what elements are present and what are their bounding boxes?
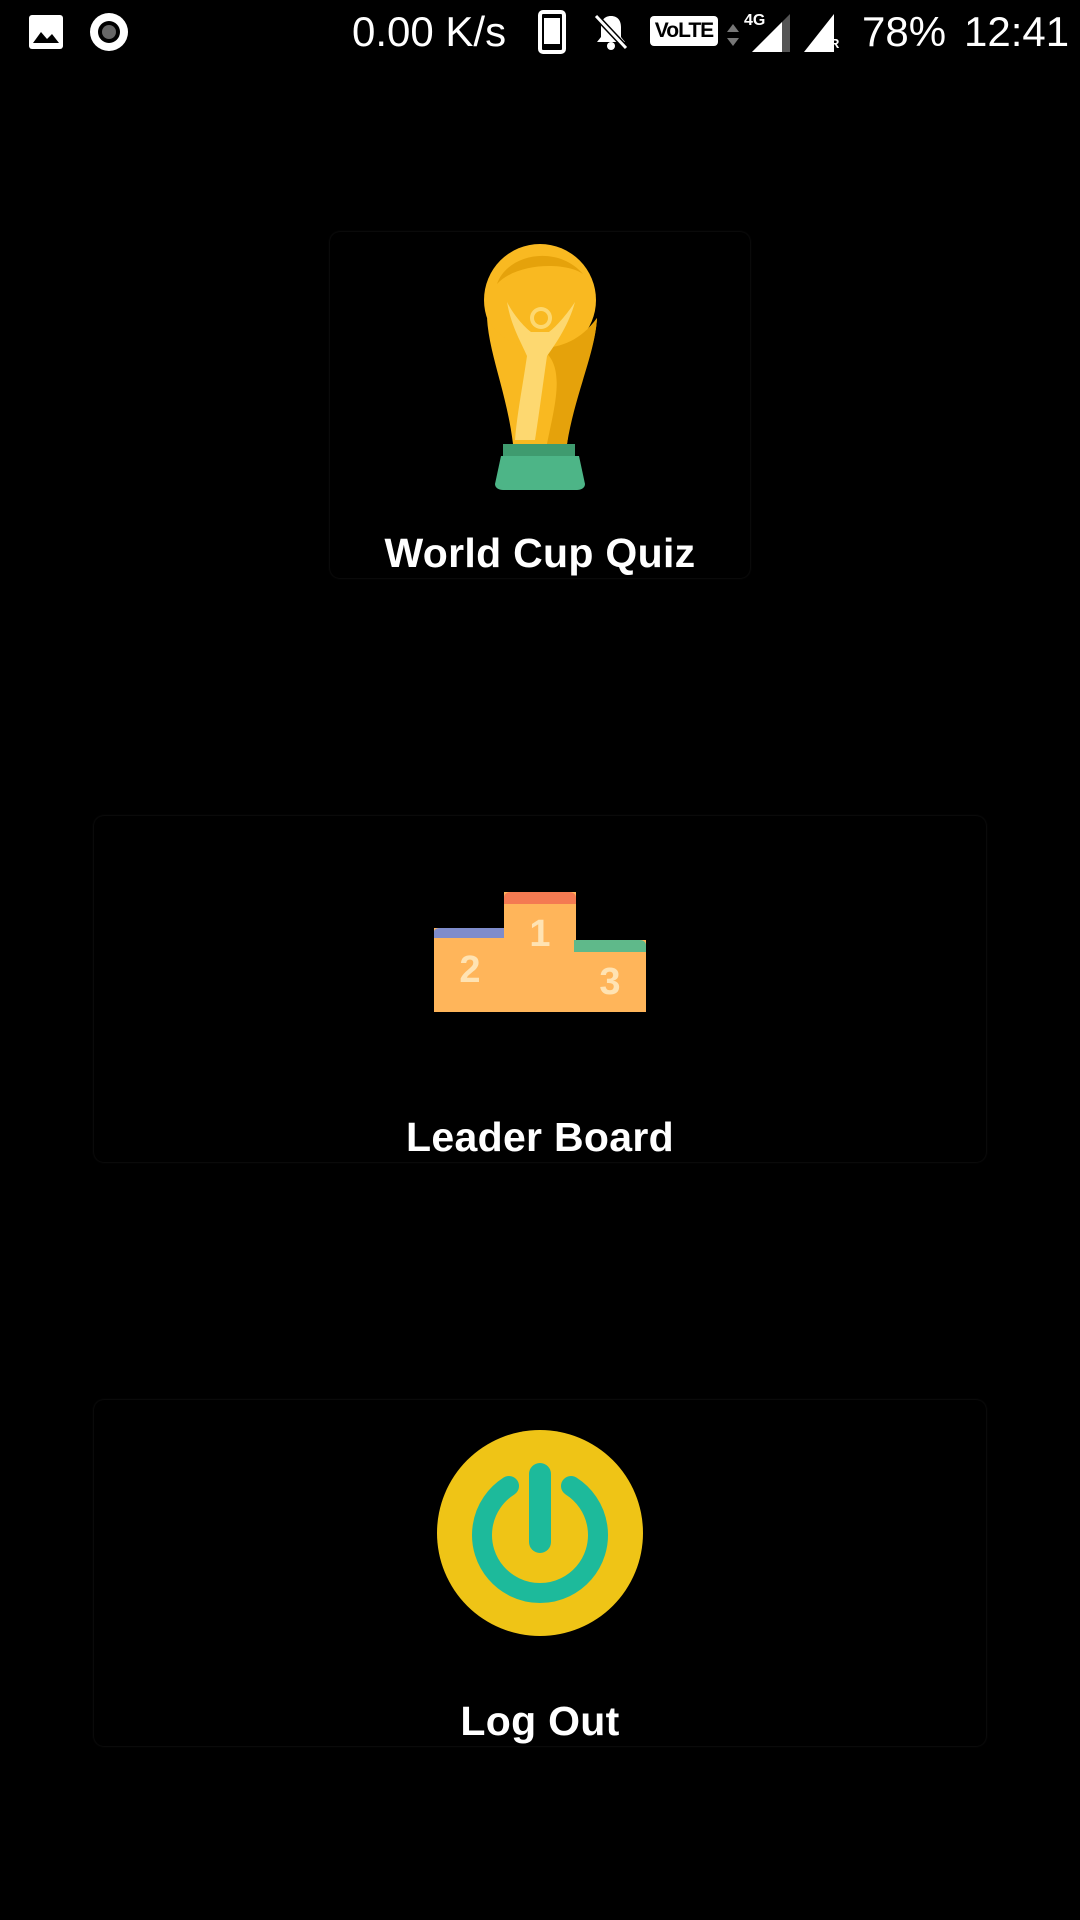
network-speed: 0.00 K/s — [352, 8, 507, 55]
battery-percentage: 78% — [862, 8, 947, 55]
clock: 12:41 — [964, 8, 1070, 55]
image-notification-icon — [29, 15, 63, 49]
record-notification-icon — [90, 13, 128, 51]
notifications-muted-icon — [593, 13, 629, 51]
log-out-button[interactable]: Log Out — [94, 1400, 986, 1746]
signal-strength-icon — [752, 14, 790, 52]
world-cup-quiz-label: World Cup Quiz — [384, 530, 696, 576]
world-cup-quiz-button[interactable]: World Cup Quiz — [330, 232, 750, 578]
podium-second-number: 2 — [459, 949, 480, 991]
data-activity-icon — [727, 24, 739, 46]
phone-icon — [538, 10, 566, 54]
podium-third-number: 3 — [599, 961, 620, 1003]
status-bar: 0.00 K/s VoLTE 4G R 78% 12:41 — [0, 0, 1080, 64]
leader-board-label: Leader Board — [406, 1114, 674, 1160]
log-out-label: Log Out — [460, 1698, 620, 1744]
trophy-icon — [484, 244, 597, 490]
leader-board-button[interactable]: 1 2 3 Leader Board — [94, 816, 986, 1162]
podium-icon: 1 2 3 — [434, 892, 646, 1012]
power-icon — [437, 1430, 643, 1636]
volte-badge: VoLTE — [650, 16, 718, 46]
roaming-indicator: R — [830, 36, 840, 51]
podium-first-number: 1 — [529, 913, 550, 955]
